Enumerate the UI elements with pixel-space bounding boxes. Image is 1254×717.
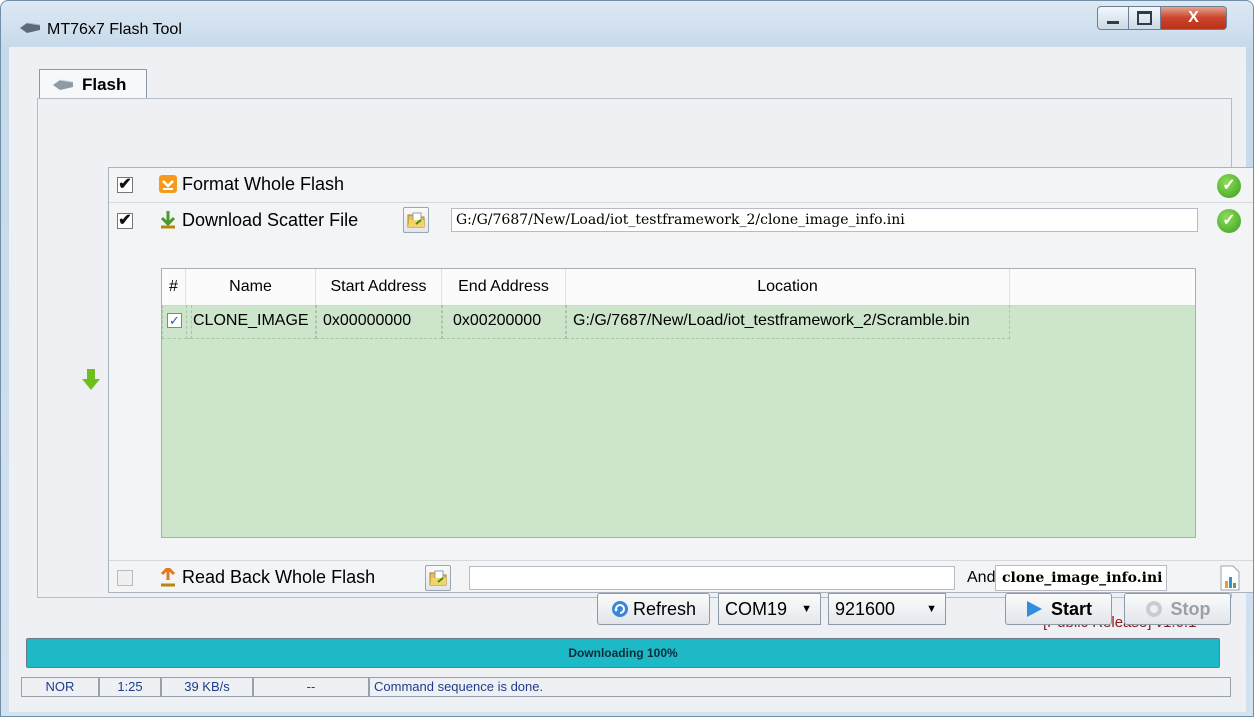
- maximize-icon: [1137, 11, 1152, 25]
- tab-label: Flash: [82, 74, 127, 94]
- progress-bar: Downloading 100%: [26, 638, 1220, 668]
- start-address-cell: 0x00000000: [316, 305, 442, 339]
- app-window: MT76x7 Flash Tool X Flash ✔ Format Whole…: [0, 0, 1254, 717]
- format-checkbox[interactable]: ✔: [117, 177, 133, 193]
- com-port-select[interactable]: COM19 ▼: [718, 593, 821, 625]
- format-label: Format Whole Flash: [182, 174, 345, 194]
- status-message: Command sequence is done.: [369, 677, 1231, 697]
- download-row: ✔ Download Scatter File G:/G/7687/New/Lo…: [109, 202, 1253, 236]
- partition-table: # Name Start Address End Address Locatio…: [161, 268, 1196, 538]
- and-label: And: [967, 569, 996, 586]
- start-button[interactable]: Start: [1005, 593, 1112, 625]
- progress-text: Downloading 100%: [568, 646, 678, 660]
- refresh-label: Refresh: [632, 598, 697, 619]
- status-elapsed-time: 1:25: [99, 677, 161, 697]
- stop-label: Stop: [1170, 598, 1211, 619]
- com-port-value: COM19: [725, 599, 788, 619]
- readback-row: Read Back Whole Flash And clone_image_in…: [109, 560, 1253, 595]
- column-header[interactable]: End Address: [442, 269, 566, 305]
- title-bar: MT76x7 Flash Tool X: [1, 1, 1253, 47]
- stop-icon: [1145, 601, 1162, 617]
- baud-rate-value: 921600: [835, 599, 896, 619]
- download-label: Download Scatter File: [182, 210, 359, 230]
- folder-icon: [407, 212, 425, 228]
- column-header[interactable]: Start Address: [316, 269, 442, 305]
- browse-scatter-button[interactable]: [403, 207, 429, 233]
- app-icon: [20, 22, 41, 33]
- window-title: MT76x7 Flash Tool: [47, 21, 182, 38]
- close-icon: X: [1188, 9, 1199, 26]
- tab-flash[interactable]: Flash: [39, 69, 147, 99]
- baud-rate-select[interactable]: 921600 ▼: [828, 593, 946, 625]
- end-address-cell: 0x00200000: [442, 305, 566, 339]
- chevron-down-icon: ▼: [801, 603, 812, 615]
- table-row[interactable]: ✓ CLONE_IMAGE 0x00000000 0x00200000 G:/G…: [162, 305, 1012, 339]
- client-area: Flash ✔ Format Whole Flash ✓ ✔ Download …: [9, 47, 1253, 712]
- location-cell: G:/G/7687/New/Load/iot_testframework_2/S…: [566, 305, 1010, 339]
- minimize-button[interactable]: [1097, 6, 1129, 30]
- close-button[interactable]: X: [1161, 6, 1227, 30]
- operation-list: ✔ Format Whole Flash ✓ ✔ Download Scatte…: [108, 167, 1253, 595]
- readback-label: Read Back Whole Flash: [182, 567, 376, 587]
- flash-tab-icon: [53, 79, 74, 90]
- format-row: ✔ Format Whole Flash ✓: [109, 168, 1253, 203]
- readback-path-field[interactable]: [469, 566, 955, 590]
- scatter-path-field[interactable]: G:/G/7687/New/Load/iot_testframework_2/c…: [451, 208, 1198, 232]
- format-icon: [159, 175, 177, 193]
- status-speed: 39 KB/s: [161, 677, 253, 697]
- table-header: # Name Start Address End Address Locatio…: [162, 269, 1195, 306]
- column-header[interactable]: #: [162, 269, 186, 305]
- refresh-button[interactable]: Refresh: [597, 593, 710, 625]
- name-cell: CLONE_IMAGE: [186, 305, 316, 339]
- ini-filename-field[interactable]: clone_image_info.ini: [995, 565, 1167, 591]
- minimize-icon: [1107, 20, 1119, 24]
- readback-checkbox[interactable]: [117, 570, 133, 586]
- readback-icon: [160, 568, 176, 587]
- chevron-down-icon: ▼: [926, 603, 937, 615]
- status-extra: --: [253, 677, 369, 697]
- maximize-button[interactable]: [1129, 6, 1161, 30]
- column-header[interactable]: Location: [566, 269, 1010, 305]
- download-ok-icon: ✓: [1217, 209, 1241, 233]
- stop-button[interactable]: Stop: [1124, 593, 1231, 625]
- browse-readback-button[interactable]: [425, 565, 451, 591]
- refresh-icon: [611, 601, 628, 617]
- play-icon: [1026, 601, 1042, 617]
- report-icon[interactable]: [1219, 565, 1241, 591]
- format-ok-icon: ✓: [1217, 174, 1241, 198]
- column-header[interactable]: Name: [186, 269, 316, 305]
- flash-panel: ✔ Format Whole Flash ✓ ✔ Download Scatte…: [37, 98, 1253, 598]
- download-icon: [160, 211, 176, 229]
- arrow-down-icon: [82, 369, 100, 390]
- download-checkbox[interactable]: ✔: [117, 213, 133, 229]
- row-checkbox[interactable]: ✓: [167, 313, 182, 328]
- start-label: Start: [1050, 598, 1092, 619]
- folder-icon: [429, 570, 447, 586]
- status-flash-type: NOR: [21, 677, 99, 697]
